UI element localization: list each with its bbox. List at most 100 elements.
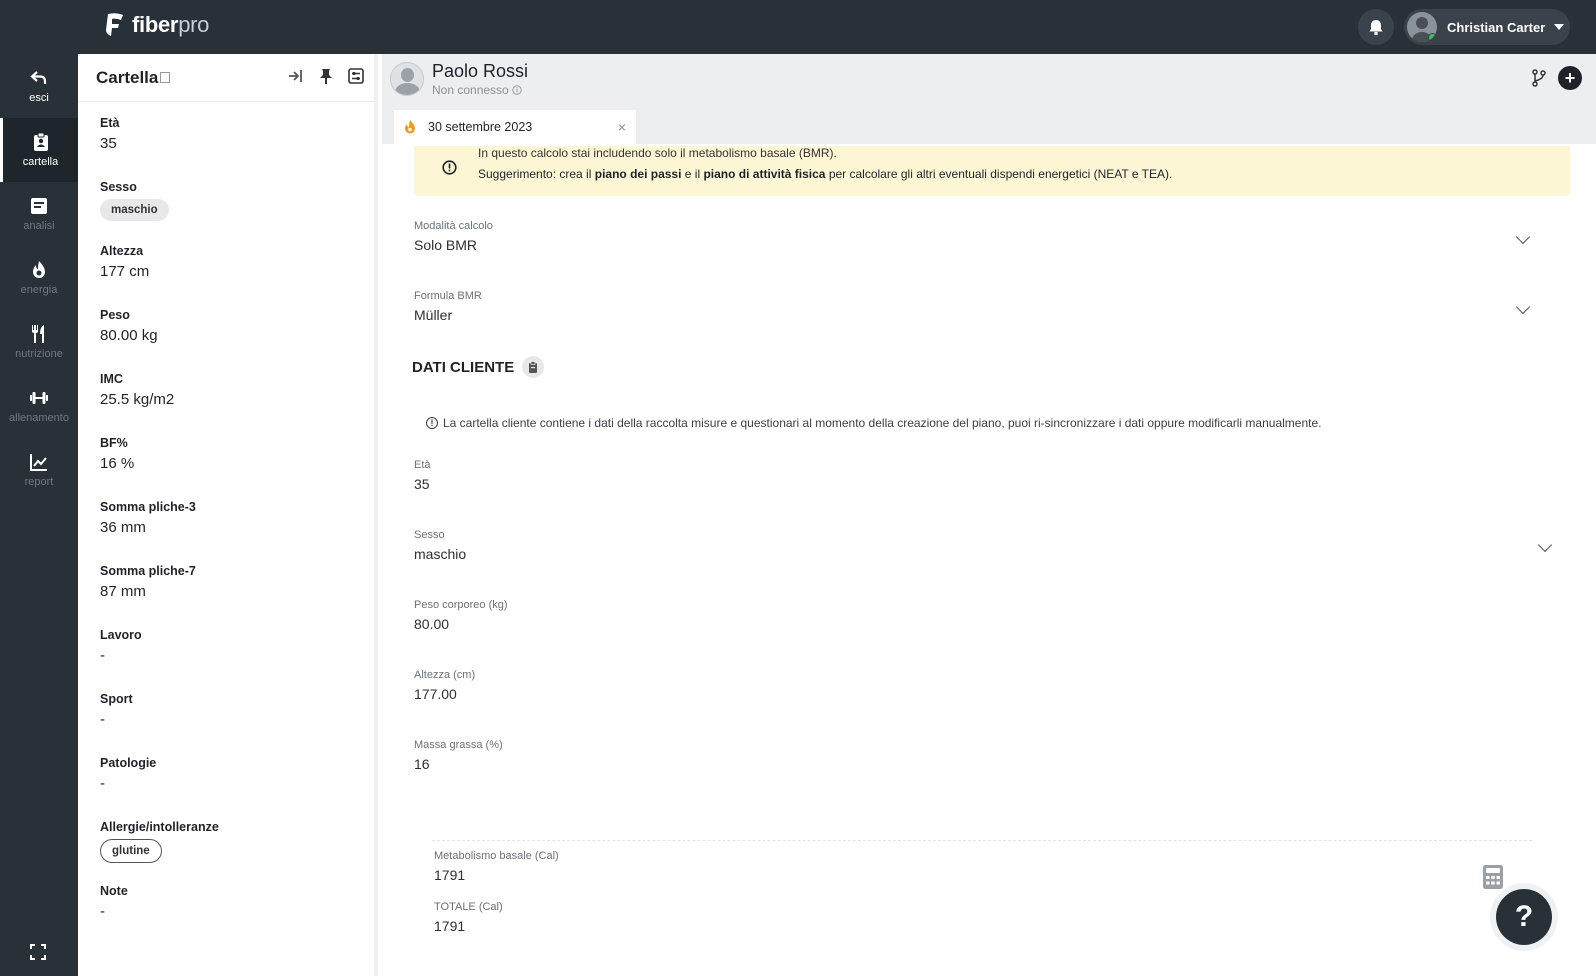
bell-icon [1369, 19, 1383, 35]
client-header: Paolo Rossi Non connesso + 30 settembre … [382, 54, 1596, 144]
branch-icon[interactable] [1532, 69, 1546, 87]
formula-bmr-select[interactable]: Formula BMR Müller [414, 290, 482, 323]
fullscreen-icon[interactable] [30, 944, 46, 960]
sesso-chip: maschio [100, 199, 169, 221]
sidebar-value: - [100, 903, 105, 920]
field-value: 16 [414, 756, 430, 772]
dati-cliente-heading: DATI CLIENTE [412, 356, 545, 378]
client-field-sesso[interactable]: Sesso maschio [414, 529, 466, 562]
edit-cartella-button[interactable] [348, 68, 364, 84]
result-totale: TOTALE (Cal) 1791 [434, 901, 503, 934]
sidebar-label: Note [100, 884, 128, 898]
sidebar-value: - [100, 775, 105, 792]
sidebar-field-bf: BF% 16 % [100, 436, 134, 472]
user-avatar [1407, 12, 1437, 42]
result-value: 1791 [434, 918, 466, 934]
field-value: 80.00 [414, 616, 450, 632]
warning-text: Suggerimento: crea il [478, 167, 595, 181]
nav-cartella[interactable]: cartella [0, 118, 78, 182]
client-field-massa-grassa[interactable]: Massa grassa (%) 16 [414, 739, 503, 772]
client-avatar [390, 62, 424, 96]
sidebar-field-sport: Sport - [100, 692, 133, 728]
section-title-text: DATI CLIENTE [412, 358, 515, 376]
sidebar-value: - [100, 647, 105, 664]
nav-analisi[interactable]: analisi [0, 182, 78, 246]
sidebar-value: 80.00 kg [100, 327, 158, 344]
field-label: Massa grassa (%) [414, 739, 503, 751]
field-label: Altezza (cm) [414, 669, 476, 681]
close-tab-icon[interactable]: × [618, 119, 626, 135]
fiberpro-logo-icon [106, 13, 123, 36]
sidebar-field-allergie: Allergie/intolleranze glutine [100, 820, 219, 863]
sidebar-label: Somma pliche-7 [100, 564, 196, 578]
cartella-note-icon [160, 72, 171, 83]
sidebar-field-pliche-3: Somma pliche-3 36 mm [100, 500, 196, 536]
field-label: Modalità calcolo [414, 220, 493, 232]
sidebar-label: Sport [100, 692, 133, 706]
piano-passi-link[interactable]: piano dei passi [595, 167, 682, 181]
help-button[interactable]: ? [1496, 889, 1552, 945]
divider [432, 840, 1532, 841]
field-value: 35 [414, 476, 430, 492]
info-icon: ! [426, 417, 438, 429]
calculator-icon[interactable] [1482, 864, 1504, 890]
client-name: Paolo Rossi [432, 61, 529, 81]
field-label: Sesso [414, 529, 445, 541]
sidebar-label: IMC [100, 372, 123, 386]
field-value: 177.00 [414, 686, 457, 702]
sidebar-value: - [100, 711, 105, 728]
sidebar-value: 36 mm [100, 519, 146, 536]
clipboard-icon [33, 132, 48, 151]
nav-esci-label: esci [29, 92, 49, 104]
field-value: Solo BMR [414, 237, 478, 253]
nav-report-label: report [24, 476, 54, 488]
add-button[interactable]: + [1558, 66, 1582, 90]
brand-fiber: fiber [132, 12, 179, 37]
nav-allenamento[interactable]: allenamento [0, 374, 78, 438]
nav-energia[interactable]: energia [0, 246, 78, 310]
sync-client-data-button[interactable] [522, 356, 545, 378]
sidebar-value: 177 cm [100, 263, 150, 280]
result-label: Metabolismo basale (Cal) [434, 850, 559, 862]
clipboard-icon [529, 361, 538, 373]
notifications-button[interactable] [1358, 9, 1394, 45]
chevron-down-icon[interactable] [1515, 229, 1531, 245]
dati-cliente-info: ! La cartella cliente contiene i dati de… [426, 416, 1321, 430]
nav-nutrizione[interactable]: nutrizione [0, 310, 78, 374]
nav-nutrizione-label: nutrizione [15, 348, 63, 360]
tab-plan-date[interactable]: 30 settembre 2023 × [394, 110, 636, 144]
piano-attivita-link[interactable]: piano di attività fisica [703, 167, 825, 181]
modalita-calcolo-select[interactable]: Modalità calcolo Solo BMR [414, 220, 493, 253]
field-label: Età [414, 459, 431, 471]
nav-esci[interactable]: esci [0, 54, 78, 118]
caret-down-icon [1554, 24, 1565, 30]
chevron-down-icon[interactable] [1515, 299, 1531, 315]
chart-line-icon [30, 454, 47, 471]
allergia-chip: glutine [100, 839, 162, 863]
client-field-altezza[interactable]: Altezza (cm) 177.00 [414, 669, 475, 702]
user-menu[interactable]: Christian Carter [1404, 9, 1570, 45]
nav-report[interactable]: report [0, 438, 78, 502]
sidebar-field-eta: Età 35 [100, 116, 119, 152]
nav-analisi-label: analisi [23, 220, 55, 232]
sidebar-field-pliche-7: Somma pliche-7 87 mm [100, 564, 196, 600]
info-icon[interactable] [512, 85, 522, 95]
cartella-sidebar: Cartella Età 35 Sesso maschio Altezza 17… [78, 54, 378, 976]
client-status-text: Non connesso [432, 83, 509, 97]
fiberpro-logo[interactable]: fiberpro [104, 12, 209, 38]
sliders-icon [348, 68, 364, 84]
client-field-peso[interactable]: Peso corporeo (kg) 80.00 [414, 599, 508, 632]
left-navigation: esci cartella analisi energia nutrizione… [0, 54, 78, 976]
chevron-down-icon[interactable] [1537, 537, 1553, 553]
collapse-sidebar-button[interactable] [288, 68, 304, 84]
sidebar-field-lavoro: Lavoro - [100, 628, 142, 664]
sidebar-label: Allergie/intolleranze [100, 820, 219, 834]
online-status-dot [1428, 33, 1437, 42]
pin-sidebar-button[interactable] [318, 68, 334, 84]
warning-line-2: Suggerimento: crea il piano dei passi e … [478, 167, 1172, 181]
nav-energia-label: energia [20, 284, 58, 296]
client-field-eta[interactable]: Età 35 [414, 459, 431, 492]
sidebar-label: Patologie [100, 756, 157, 770]
top-bar: fiberpro Christian Carter [0, 0, 1596, 54]
sidebar-label: Sesso [100, 180, 137, 194]
